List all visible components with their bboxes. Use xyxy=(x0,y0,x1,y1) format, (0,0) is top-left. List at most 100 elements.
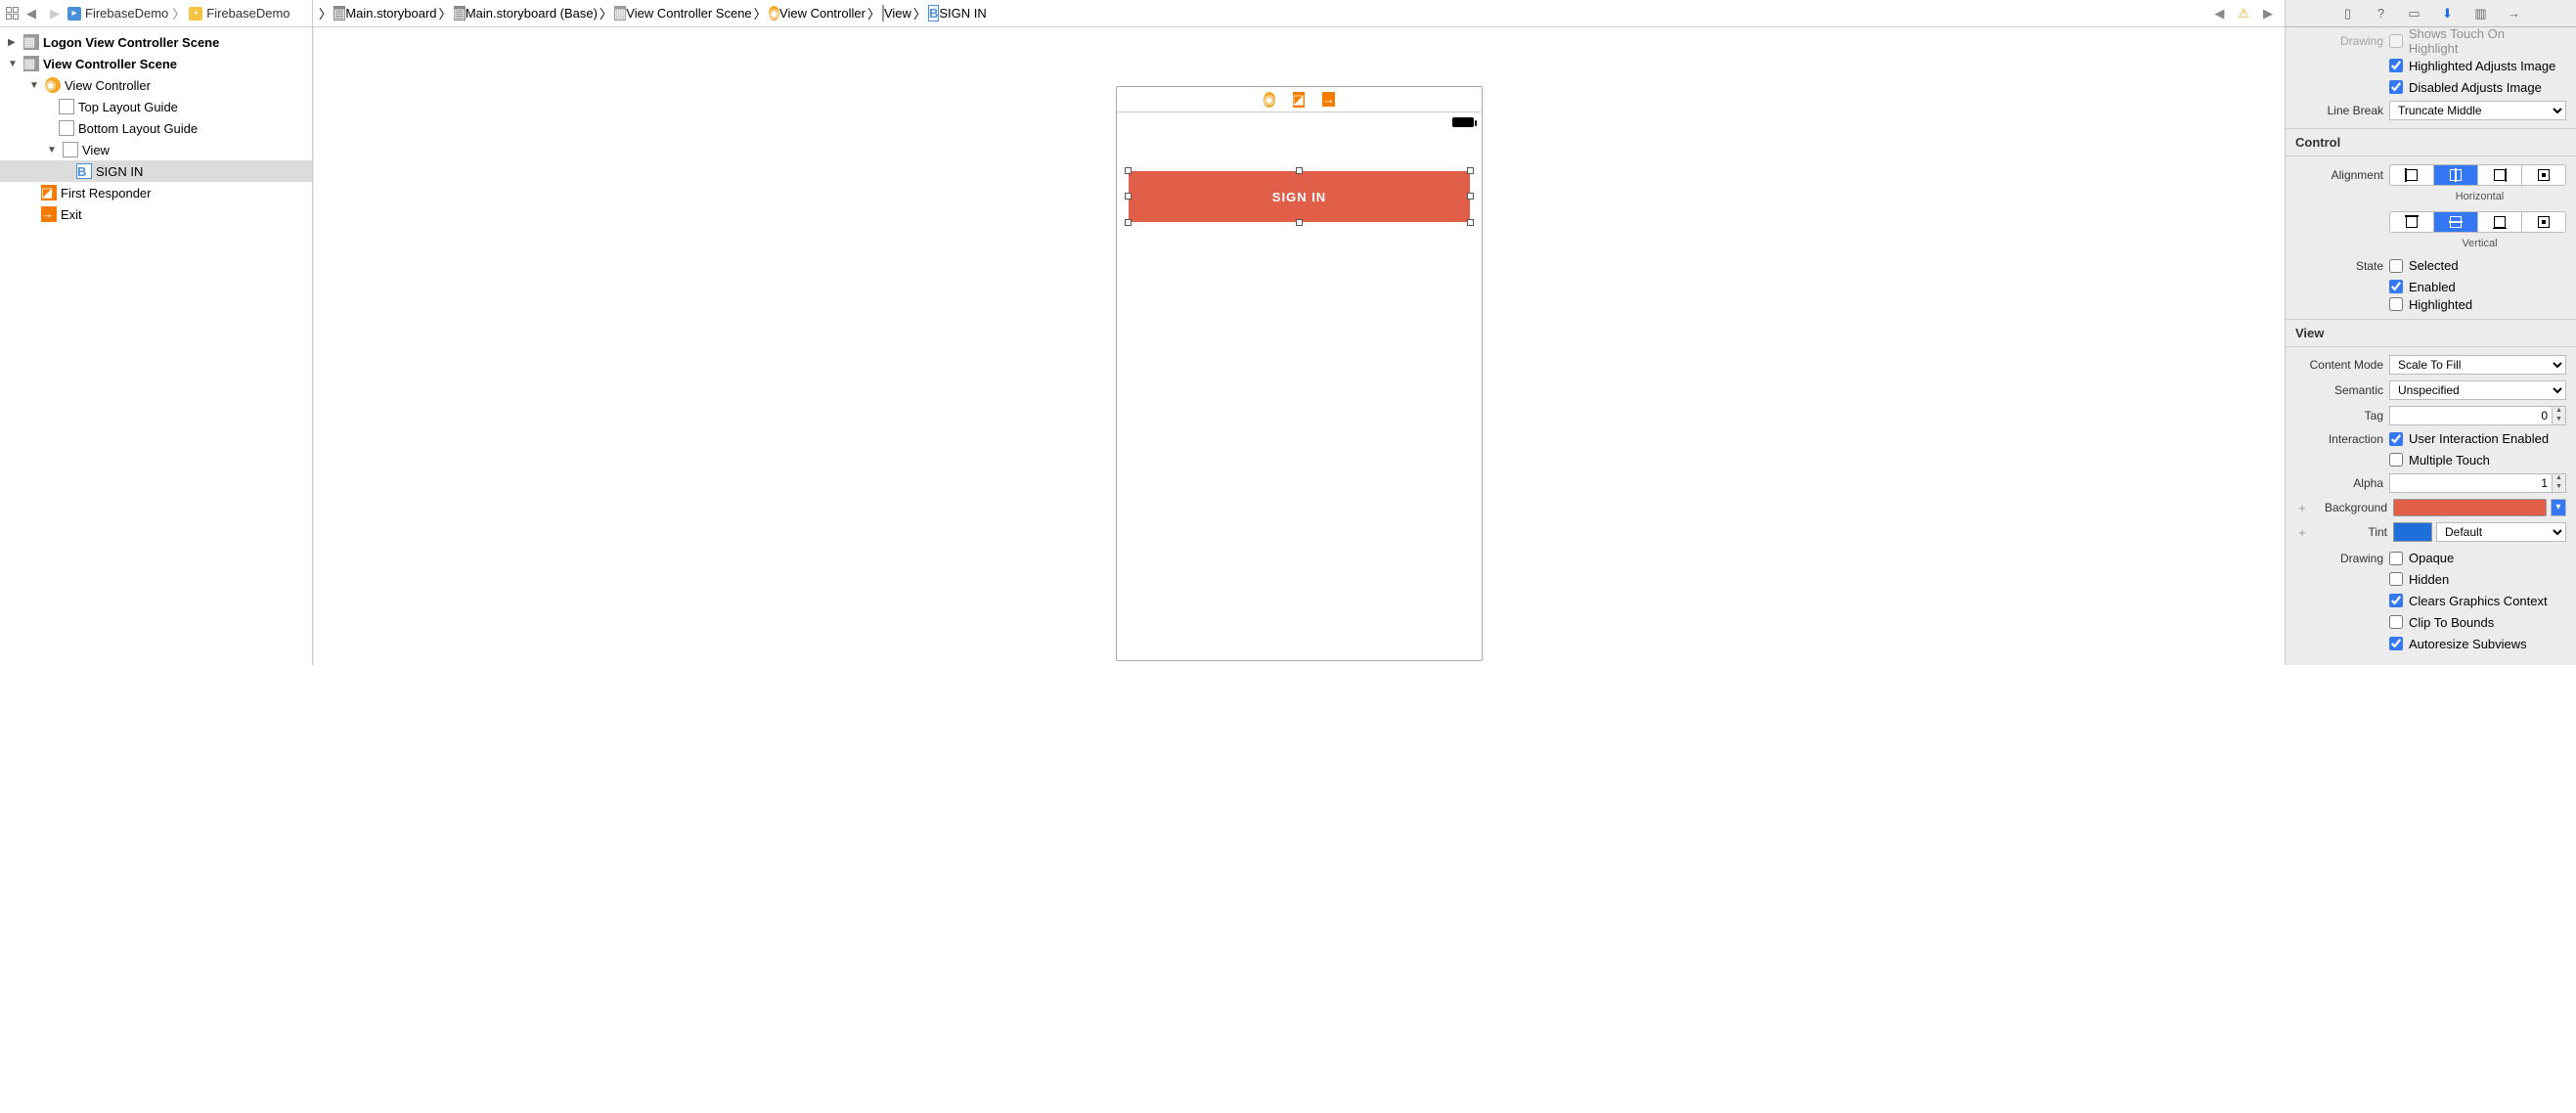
outline-label: Exit xyxy=(61,207,82,222)
vertical-alignment-control[interactable] xyxy=(2389,211,2566,233)
add-background-icon[interactable]: + xyxy=(2295,501,2309,515)
resize-handle[interactable] xyxy=(1125,219,1132,226)
alpha-label: Alpha xyxy=(2295,476,2383,490)
outline-label: View Controller xyxy=(65,78,151,93)
multiple-touch-checkbox[interactable] xyxy=(2389,453,2403,467)
user-interaction-label: User Interaction Enabled xyxy=(2409,431,2549,446)
user-interaction-checkbox[interactable] xyxy=(2389,432,2403,446)
tint-select[interactable]: Default xyxy=(2436,522,2566,542)
outline-top-guide[interactable]: Top Layout Guide xyxy=(0,96,312,117)
canvas[interactable]: ◉ ◪ → SIGN IN xyxy=(313,27,2285,665)
horizontal-alignment-control[interactable] xyxy=(2389,164,2566,186)
resize-handle[interactable] xyxy=(1125,167,1132,174)
disclosure-icon[interactable]: ▼ xyxy=(8,59,20,69)
tag-label: Tag xyxy=(2295,409,2383,423)
chevron-icon: 〉 xyxy=(170,4,187,22)
align-center-h[interactable] xyxy=(2434,165,2478,185)
alpha-input[interactable] xyxy=(2389,473,2553,493)
control-section-title: Control xyxy=(2286,128,2576,156)
resize-handle[interactable] xyxy=(1467,193,1474,200)
connections-inspector-tab[interactable]: → xyxy=(2506,5,2523,22)
alpha-stepper[interactable]: ▲▼ xyxy=(2553,473,2566,493)
tag-stepper[interactable]: ▲▼ xyxy=(2553,406,2566,425)
outline-label: Bottom Layout Guide xyxy=(78,121,198,136)
chevron-icon: 〉 xyxy=(867,4,880,22)
view-section-title: View xyxy=(2286,319,2576,347)
chevron-icon: 〉 xyxy=(600,4,612,22)
warning-icon[interactable]: ⚠ xyxy=(2238,6,2249,22)
resize-handle[interactable] xyxy=(1296,167,1303,174)
colorwell-dropdown-icon[interactable]: ▾ xyxy=(2551,499,2566,516)
align-bottom[interactable] xyxy=(2478,212,2522,232)
background-color-swatch[interactable] xyxy=(2393,499,2547,516)
clip-bounds-checkbox[interactable] xyxy=(2389,615,2403,629)
outline-scene-vc[interactable]: ▼ ▦ View Controller Scene xyxy=(0,53,312,74)
identity-inspector-tab[interactable]: ▭ xyxy=(2406,5,2423,22)
outline-viewcontroller[interactable]: ▼ ◉ View Controller xyxy=(0,74,312,96)
breadcrumb-storyboard-base[interactable]: ▤Main.storyboard (Base) xyxy=(454,6,598,22)
highlighted-adjusts-checkbox[interactable] xyxy=(2389,59,2403,72)
nav-back-icon[interactable]: ◀ xyxy=(21,6,42,22)
outline-scene-logon[interactable]: ▶ ▦ Logon View Controller Scene xyxy=(0,31,312,53)
align-left[interactable] xyxy=(2390,165,2434,185)
disclosure-icon[interactable]: ▼ xyxy=(47,145,59,156)
align-center-v[interactable] xyxy=(2434,212,2478,232)
related-items-icon[interactable] xyxy=(6,7,19,20)
state-selected-checkbox[interactable] xyxy=(2389,259,2403,273)
tag-input[interactable] xyxy=(2389,406,2553,425)
history-back-icon[interactable]: ◀ xyxy=(2208,6,2230,22)
history-forward-icon[interactable]: ▶ xyxy=(2257,6,2279,22)
nav-forward-icon[interactable]: ▶ xyxy=(44,6,66,22)
disclosure-icon[interactable]: ▼ xyxy=(29,80,41,91)
disclosure-icon[interactable]: ▶ xyxy=(8,37,20,48)
add-tint-icon[interactable]: + xyxy=(2295,525,2309,540)
quick-help-tab[interactable]: ? xyxy=(2373,5,2390,22)
exit-dock-icon[interactable]: → xyxy=(1322,92,1335,107)
viewcontroller-dock-icon[interactable]: ◉ xyxy=(1264,92,1274,108)
align-fill-h[interactable] xyxy=(2522,165,2565,185)
first-responder-dock-icon[interactable]: ◪ xyxy=(1293,92,1305,108)
outline-signin-button[interactable]: B SIGN IN xyxy=(0,160,312,182)
resize-handle[interactable] xyxy=(1467,219,1474,226)
hidden-checkbox[interactable] xyxy=(2389,572,2403,586)
breadcrumb-project[interactable]: ▸FirebaseDemo xyxy=(67,6,168,21)
breadcrumb-view[interactable]: View xyxy=(882,6,911,21)
breadcrumb-storyboard[interactable]: ▤Main.storyboard xyxy=(333,6,437,22)
exit-icon: → xyxy=(41,206,57,222)
outline-exit[interactable]: → Exit xyxy=(0,203,312,225)
autoresize-checkbox[interactable] xyxy=(2389,637,2403,650)
outline-label: View Controller Scene xyxy=(43,57,177,71)
state-highlighted-checkbox[interactable] xyxy=(2389,297,2403,311)
signin-button[interactable]: SIGN IN xyxy=(1129,171,1470,222)
resize-handle[interactable] xyxy=(1125,193,1132,200)
root-view[interactable]: SIGN IN xyxy=(1117,132,1482,660)
attributes-inspector-tab[interactable]: ⬇ xyxy=(2439,5,2457,22)
align-fill-v[interactable] xyxy=(2522,212,2565,232)
contentmode-select[interactable]: Scale To Fill xyxy=(2389,355,2566,375)
breadcrumb-vc[interactable]: ◉View Controller xyxy=(769,6,866,22)
shows-touch-checkbox[interactable] xyxy=(2389,34,2403,48)
breadcrumb-folder[interactable]: ▪FirebaseDemo xyxy=(189,6,289,21)
state-enabled-checkbox[interactable] xyxy=(2389,280,2403,293)
outline-view[interactable]: ▼ View xyxy=(0,139,312,160)
resize-handle[interactable] xyxy=(1296,219,1303,226)
clears-context-checkbox[interactable] xyxy=(2389,594,2403,607)
resize-handle[interactable] xyxy=(1467,167,1474,174)
semantic-select[interactable]: Unspecified xyxy=(2389,380,2566,400)
tint-color-swatch[interactable] xyxy=(2393,522,2432,542)
align-top[interactable] xyxy=(2390,212,2434,232)
outline-first-responder[interactable]: ◪ First Responder xyxy=(0,182,312,203)
outline-bottom-guide[interactable]: Bottom Layout Guide xyxy=(0,117,312,139)
scene-icon: ▦ xyxy=(23,56,39,71)
breadcrumb-scene[interactable]: ▦View Controller Scene xyxy=(614,6,752,22)
align-right[interactable] xyxy=(2478,165,2522,185)
disabled-adjusts-checkbox[interactable] xyxy=(2389,80,2403,94)
horizontal-caption: Horizontal xyxy=(2286,189,2576,208)
opaque-checkbox[interactable] xyxy=(2389,552,2403,565)
editor-jump-bar: 〉 ▤Main.storyboard 〉 ▤Main.storyboard (B… xyxy=(313,0,2285,27)
outline-label: First Responder xyxy=(61,186,151,200)
linebreak-select[interactable]: Truncate Middle xyxy=(2389,101,2566,120)
breadcrumb-signin[interactable]: BSIGN IN xyxy=(928,6,987,21)
size-inspector-tab[interactable]: ▥ xyxy=(2472,5,2490,22)
file-inspector-tab[interactable]: ▯ xyxy=(2339,5,2357,22)
